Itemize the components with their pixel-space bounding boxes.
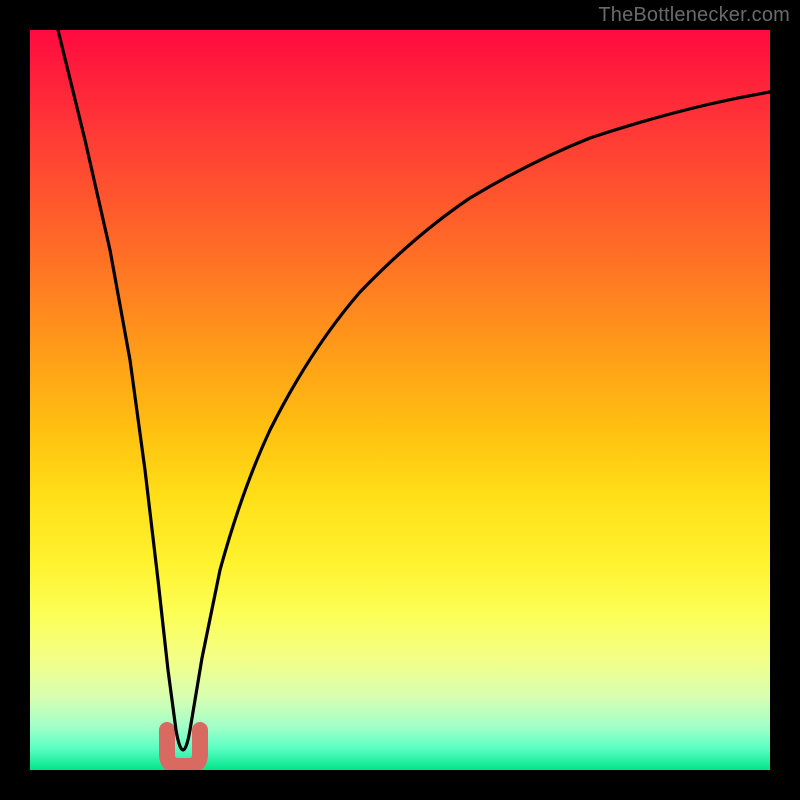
- watermark-text: TheBottlenecker.com: [598, 4, 790, 27]
- chart-frame: TheBottlenecker.com: [0, 0, 800, 800]
- curve-layer: [30, 30, 770, 770]
- well-marker: [167, 730, 200, 766]
- bottleneck-curve: [58, 30, 770, 750]
- plot-area: [30, 30, 770, 770]
